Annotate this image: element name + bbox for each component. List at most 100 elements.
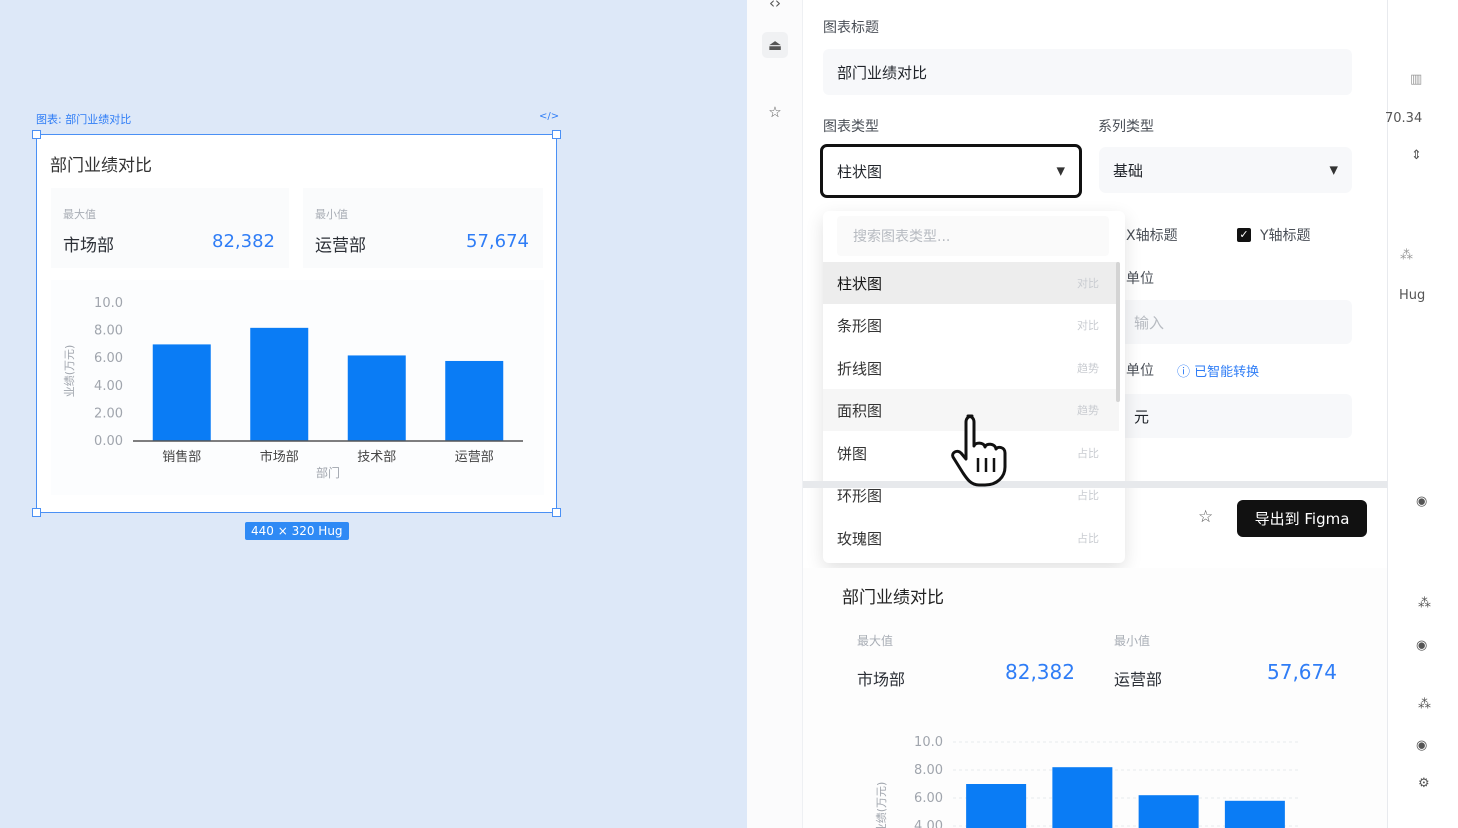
bar bbox=[347, 355, 406, 441]
preview-stat-key: 最小值 bbox=[1114, 634, 1151, 648]
info-icon: ⓘ bbox=[1177, 365, 1195, 380]
y-tick-label: 8.00 bbox=[914, 763, 943, 778]
resize-handle-tl[interactable] bbox=[32, 130, 41, 139]
chart-type-label: 图表类型 bbox=[823, 119, 879, 135]
chart-title-label: 图表标题 bbox=[823, 20, 879, 36]
preview-stat-value: 82,382 bbox=[1005, 660, 1075, 684]
dropdown-scrollbar[interactable] bbox=[1116, 262, 1120, 402]
star-icon[interactable]: ☆ bbox=[1198, 507, 1213, 527]
x-tick-label: 技术部 bbox=[357, 450, 396, 465]
unit-label-2: 单位 bbox=[1126, 363, 1154, 379]
bar bbox=[1224, 800, 1285, 828]
dropdown-item-tag: 占比 bbox=[1077, 447, 1099, 460]
chart-type-value: 柱状图 bbox=[837, 162, 883, 181]
bar bbox=[1138, 795, 1199, 828]
stamp-icon[interactable]: ⏏ bbox=[762, 32, 788, 58]
dropdown-item-tag: 对比 bbox=[1077, 277, 1099, 290]
x-axis-title-label[interactable]: X轴标题 bbox=[1126, 225, 1178, 245]
bar bbox=[1052, 767, 1113, 828]
smart-convert-text: 已智能转换 bbox=[1194, 365, 1260, 380]
dropdown-item-label: 玫瑰图 bbox=[837, 529, 883, 548]
dropdown-item[interactable]: 条形图 对比 bbox=[823, 304, 1119, 346]
series-type-select[interactable]: 基础 ▼ bbox=[1099, 147, 1352, 193]
align-icon[interactable]: ⇕ bbox=[1411, 148, 1422, 163]
grid-icon[interactable]: ⁂ bbox=[1400, 248, 1413, 263]
y-tick-label: 2.00 bbox=[94, 406, 123, 421]
preview-stat-key: 最大值 bbox=[857, 634, 894, 648]
y-tick-label: 4.00 bbox=[914, 819, 943, 828]
chart-title-input[interactable]: 部门业绩对比 bbox=[823, 49, 1352, 95]
y-tick-label: 4.00 bbox=[94, 379, 123, 394]
y-axis-checkbox[interactable]: ✓ bbox=[1237, 228, 1251, 242]
chart-card-selected[interactable]: 部门业绩对比 最大值 市场部 82,382 最小值 运营部 57,674 0.0… bbox=[36, 134, 557, 513]
dropdown-item-tag: 占比 bbox=[1077, 489, 1099, 502]
series-type-label: 系列类型 bbox=[1098, 119, 1154, 135]
component-icon[interactable]: ⁂ bbox=[1418, 697, 1431, 712]
section-divider bbox=[803, 481, 1387, 488]
zoom-value: 70.34 bbox=[1385, 111, 1423, 126]
x-tick-label: 销售部 bbox=[162, 449, 201, 465]
dropdown-item-tag: 占比 bbox=[1077, 532, 1099, 545]
chart-type-dropdown: 搜索图表类型... 柱状图 对比 条形图 对比 折线图 趋势 面积图 趋势 饼图… bbox=[823, 211, 1125, 563]
y-tick-label: 10.0 bbox=[914, 735, 943, 750]
code-icon[interactable]: </> bbox=[539, 111, 559, 122]
dropdown-search-input[interactable]: 搜索图表类型... bbox=[837, 216, 1109, 256]
dropdown-item[interactable]: 柱状图 对比 bbox=[823, 262, 1119, 304]
unit-label: 单位 bbox=[1126, 271, 1154, 287]
y-tick-label: 10.0 bbox=[94, 296, 123, 311]
preview-stat-name: 运营部 bbox=[1114, 670, 1163, 689]
star-icon[interactable]: ☆ bbox=[762, 99, 788, 125]
eye-icon[interactable]: ◉ bbox=[1416, 494, 1427, 509]
unit-value-input[interactable]: 元 bbox=[1120, 394, 1352, 438]
dropdown-item-tag: 对比 bbox=[1077, 319, 1099, 332]
resize-handle-tr[interactable] bbox=[552, 130, 561, 139]
bar bbox=[966, 784, 1027, 828]
chart-icon[interactable]: ▥ bbox=[1410, 72, 1422, 87]
smart-convert-badge: ⓘ 已智能转换 bbox=[1177, 361, 1259, 380]
hand-cursor-icon bbox=[951, 414, 1007, 487]
bar bbox=[250, 327, 309, 441]
eye-icon[interactable]: ◉ bbox=[1416, 638, 1427, 653]
settings-icon[interactable]: ⚙ bbox=[1418, 776, 1430, 791]
chevron-down-icon: ▼ bbox=[1329, 163, 1338, 177]
bar-chart: 0.00 2.00 4.00 6.00 8.00 10.0 销售部 市场部 技术部 运营部部门 业绩… bbox=[63, 296, 523, 480]
dropdown-item-label: 饼图 bbox=[837, 444, 868, 463]
preview-stat-value: 57,674 bbox=[1267, 660, 1337, 684]
dropdown-item[interactable]: 玫瑰图 占比 bbox=[823, 517, 1119, 559]
resize-handle-br[interactable] bbox=[552, 508, 561, 517]
x-tick-label: 市场部 bbox=[260, 449, 299, 465]
resize-handle-bl[interactable] bbox=[32, 508, 41, 517]
bar bbox=[445, 360, 504, 441]
size-tag: 440 × 320 Hug bbox=[245, 522, 349, 540]
y-tick-label: 0.00 bbox=[94, 434, 123, 449]
y-axis-title-label[interactable]: Y轴标题 bbox=[1260, 225, 1311, 245]
dropdown-item-tag: 趋势 bbox=[1077, 362, 1099, 375]
component-icon[interactable]: ⁂ bbox=[1418, 596, 1431, 611]
preview-bar-chart: 4.00 6.00 8.00 10.0 业绩(万元) bbox=[875, 735, 1298, 828]
unit-input[interactable]: 输入 bbox=[1120, 300, 1352, 344]
dropdown-item-tag: 趋势 bbox=[1077, 404, 1099, 417]
bar bbox=[152, 344, 211, 441]
y-axis-title: 业绩(万元) bbox=[63, 345, 76, 398]
preview-title: 部门业绩对比 bbox=[842, 588, 944, 608]
x-tick-label: 运营部 bbox=[455, 450, 494, 465]
dropdown-item-label: 柱状图 bbox=[837, 274, 883, 293]
dropdown-item-label: 折线图 bbox=[837, 359, 883, 378]
dropdown-item-label: 面积图 bbox=[837, 401, 883, 420]
eye-icon[interactable]: ◉ bbox=[1416, 738, 1427, 753]
y-tick-label: 6.00 bbox=[914, 791, 943, 806]
code-icon[interactable]: ‹› bbox=[762, 0, 788, 16]
y-tick-label: 8.00 bbox=[94, 324, 123, 339]
y-axis-title: 业绩(万元) bbox=[875, 782, 888, 828]
hug-label[interactable]: Hug bbox=[1399, 288, 1425, 303]
dropdown-item-label: 条形图 bbox=[837, 316, 883, 335]
chart-type-select[interactable]: 柱状图 ▼ bbox=[820, 144, 1082, 198]
frame-label[interactable]: 图表: 部门业绩对比 bbox=[36, 111, 131, 127]
dropdown-item[interactable]: 折线图 趋势 bbox=[823, 347, 1119, 389]
preview-stat-name: 市场部 bbox=[857, 670, 906, 689]
x-axis-title: 部门 bbox=[316, 465, 340, 480]
export-figma-button[interactable]: 导出到 Figma bbox=[1237, 500, 1367, 537]
y-tick-label: 6.00 bbox=[94, 351, 123, 366]
series-type-value: 基础 bbox=[1113, 161, 1144, 180]
chevron-down-icon: ▼ bbox=[1056, 164, 1065, 178]
